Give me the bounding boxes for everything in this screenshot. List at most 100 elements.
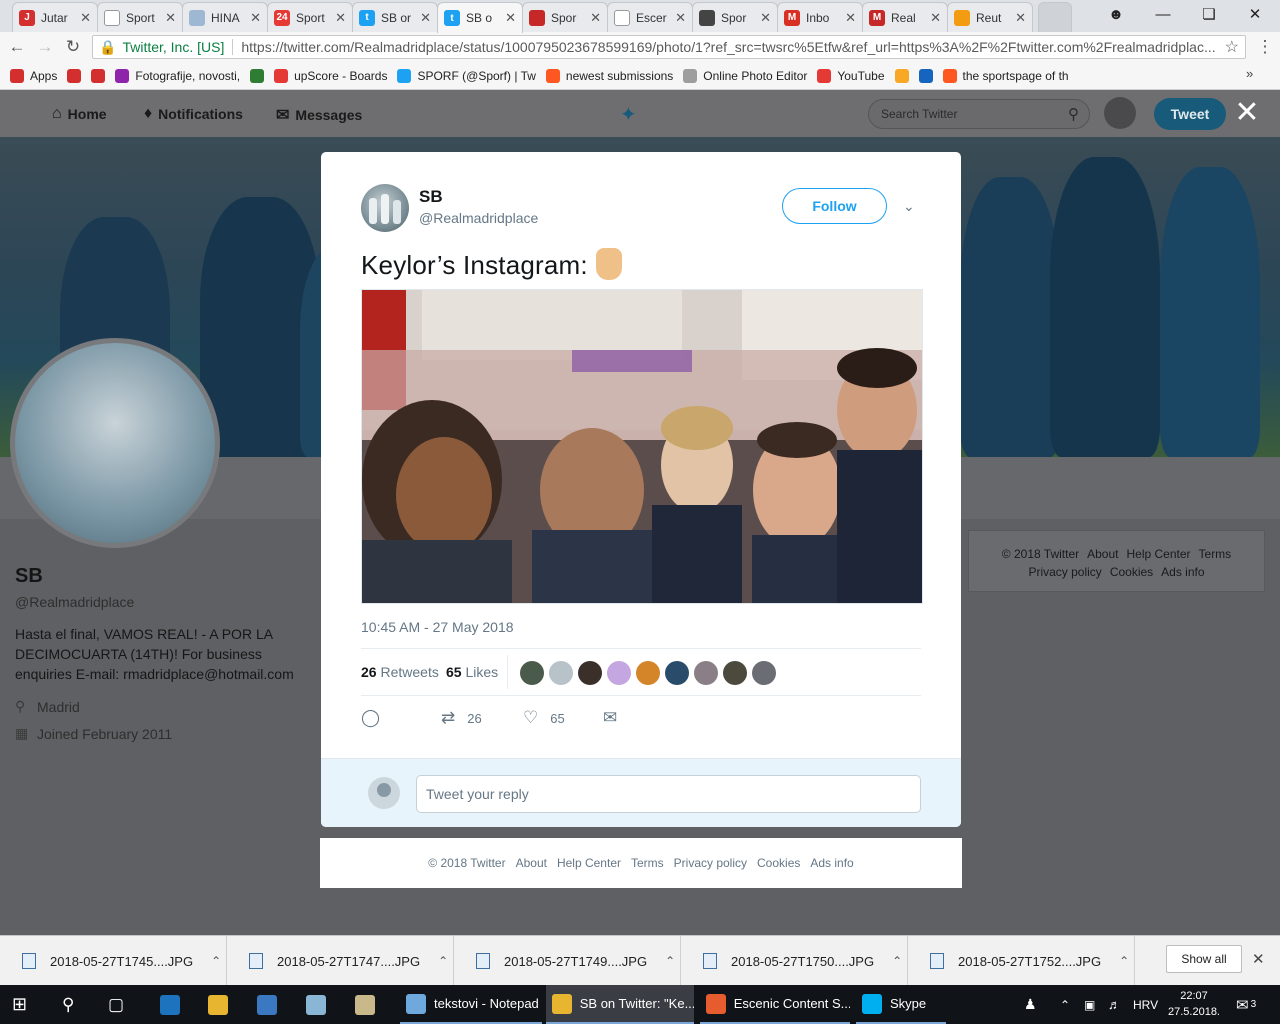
liker-avatar[interactable] xyxy=(694,661,718,685)
footer-about-link[interactable]: About xyxy=(1087,547,1118,561)
browser-tab[interactable]: HINA ✕ xyxy=(182,2,268,32)
tab-close-icon[interactable]: ✕ xyxy=(505,10,516,26)
chevron-up-icon[interactable]: ⌃ xyxy=(665,954,675,968)
tweet-button[interactable]: Tweet xyxy=(1154,98,1226,130)
footer-terms-link[interactable]: Terms xyxy=(1199,547,1232,561)
chevron-down-icon[interactable]: ⌄ xyxy=(903,198,915,215)
bookmark-item[interactable] xyxy=(250,68,265,83)
modal-footer-terms-link[interactable]: Terms xyxy=(631,856,664,870)
windows-start-icon[interactable]: ⊞ xyxy=(12,985,27,1024)
account-avatar[interactable] xyxy=(1104,97,1136,129)
browser-tab[interactable]: M Real ✕ xyxy=(862,2,948,32)
direct-message-action[interactable]: ✉ xyxy=(603,708,629,728)
footer-ads-link[interactable]: Ads info xyxy=(1161,565,1204,579)
browser-tab[interactable]: 24 Sport ✕ xyxy=(267,2,353,32)
modal-footer-help-link[interactable]: Help Center xyxy=(557,856,621,870)
site-identity[interactable]: Twitter, Inc. [US] xyxy=(122,39,224,55)
follow-button[interactable]: Follow xyxy=(782,188,887,224)
close-window-icon[interactable]: ✕ xyxy=(1232,0,1278,28)
tweet-author-handle[interactable]: @Realmadridplace xyxy=(419,210,538,226)
show-all-downloads-button[interactable]: Show all xyxy=(1166,945,1242,973)
like-action[interactable]: ♡ 65 xyxy=(523,708,565,728)
bookmark-item[interactable]: upScore - Boards xyxy=(274,68,387,83)
liker-avatar[interactable] xyxy=(549,661,573,685)
back-icon[interactable]: ← xyxy=(6,36,28,58)
browser-tab[interactable]: Spor ✕ xyxy=(692,2,778,32)
liker-avatar[interactable] xyxy=(520,661,544,685)
photo-app-icon[interactable] xyxy=(306,985,334,1024)
taskbar-app[interactable]: Skype xyxy=(856,985,946,1024)
download-item[interactable]: 2018-05-27T1750....JPG ⌃ xyxy=(681,936,908,986)
minimize-icon[interactable]: — xyxy=(1140,0,1186,28)
network-icon[interactable]: ▣ xyxy=(1084,985,1095,1024)
liker-avatar[interactable] xyxy=(723,661,747,685)
nav-notifications[interactable]: ♦ Notifications xyxy=(144,105,243,123)
taskbar-app[interactable]: SB on Twitter: "Ke... xyxy=(546,985,694,1024)
search-icon[interactable]: ⚲ xyxy=(1068,105,1079,123)
twitter-bird-icon[interactable]: ✦ xyxy=(620,102,637,127)
reply-action[interactable]: ◯ xyxy=(361,708,392,728)
tab-close-icon[interactable]: ✕ xyxy=(845,10,856,26)
browser-tab[interactable]: Escer ✕ xyxy=(607,2,693,32)
tweet-author-name[interactable]: SB xyxy=(419,187,443,207)
tab-close-icon[interactable]: ✕ xyxy=(675,10,686,26)
bookmark-item[interactable] xyxy=(67,68,82,83)
modal-footer-privacy-link[interactable]: Privacy policy xyxy=(674,856,747,870)
nav-messages[interactable]: ✉ Messages xyxy=(276,105,362,125)
liker-avatar[interactable] xyxy=(607,661,631,685)
volume-icon[interactable]: ♬ xyxy=(1108,985,1121,1024)
tweet-photo[interactable] xyxy=(361,289,923,604)
paint-icon[interactable] xyxy=(355,985,383,1024)
nav-home[interactable]: ⌂ Home xyxy=(52,105,107,123)
bookmark-item[interactable]: SPORF (@Sporf) | Tw xyxy=(397,68,536,83)
browser-tab[interactable]: Reut ✕ xyxy=(947,2,1033,32)
modal-footer-about-link[interactable]: About xyxy=(516,856,547,870)
close-downloads-icon[interactable]: ✕ xyxy=(1252,950,1265,968)
chevron-up-icon[interactable]: ⌃ xyxy=(438,954,448,968)
new-tab-button[interactable] xyxy=(1038,2,1072,32)
likes-stat[interactable]: 65 Likes xyxy=(446,664,498,680)
edge-icon[interactable] xyxy=(160,985,188,1024)
retweet-action[interactable]: ⇄ 26 xyxy=(441,708,482,728)
profile-name[interactable]: SB xyxy=(15,565,305,588)
download-item[interactable]: 2018-05-27T1747....JPG ⌃ xyxy=(227,936,454,986)
tab-close-icon[interactable]: ✕ xyxy=(80,10,91,26)
liker-avatar[interactable] xyxy=(578,661,602,685)
footer-help-link[interactable]: Help Center xyxy=(1126,547,1190,561)
clock[interactable]: 22:07 27.5.2018. xyxy=(1168,988,1220,1020)
tab-close-icon[interactable]: ✕ xyxy=(760,10,771,26)
tab-close-icon[interactable]: ✕ xyxy=(335,10,346,26)
chevron-up-icon[interactable]: ⌃ xyxy=(892,954,902,968)
bookmark-item[interactable]: YouTube xyxy=(817,68,885,83)
reply-input[interactable]: Tweet your reply xyxy=(416,775,921,813)
tweet-author-avatar[interactable] xyxy=(361,184,409,232)
reload-icon[interactable]: ↻ xyxy=(62,36,84,58)
browser-tab[interactable]: Sport ✕ xyxy=(97,2,183,32)
download-item[interactable]: 2018-05-27T1752....JPG ⌃ xyxy=(908,936,1135,986)
task-view-icon[interactable]: ▢ xyxy=(108,985,124,1024)
footer-privacy-link[interactable]: Privacy policy xyxy=(1028,565,1101,579)
browser-tab[interactable]: t SB or ✕ xyxy=(352,2,438,32)
browser-tab[interactable]: J Jutar ✕ xyxy=(12,2,98,32)
chevron-up-icon[interactable]: ⌃ xyxy=(211,954,221,968)
footer-cookies-link[interactable]: Cookies xyxy=(1110,565,1153,579)
modal-footer-ads-link[interactable]: Ads info xyxy=(810,856,853,870)
more-bookmarks-icon[interactable]: » xyxy=(1246,66,1253,81)
search-icon[interactable]: ⚲ xyxy=(62,985,74,1024)
bookmark-star-icon[interactable]: ☆ xyxy=(1225,37,1239,57)
profile-avatar[interactable] xyxy=(10,338,220,548)
chevron-up-icon[interactable]: ⌃ xyxy=(1119,954,1129,968)
tab-close-icon[interactable]: ✕ xyxy=(930,10,941,26)
bookmark-item[interactable] xyxy=(918,68,933,83)
browser-tab[interactable]: Spor ✕ xyxy=(522,2,608,32)
bookmark-item[interactable]: Online Photo Editor xyxy=(683,68,807,83)
tab-close-icon[interactable]: ✕ xyxy=(590,10,601,26)
bookmark-item[interactable] xyxy=(91,68,106,83)
browser-tab[interactable]: M Inbo ✕ xyxy=(777,2,863,32)
tweet-timestamp[interactable]: 10:45 AM - 27 May 2018 xyxy=(361,619,514,635)
profile-icon[interactable]: ☻ xyxy=(1093,0,1139,28)
store-icon[interactable] xyxy=(257,985,285,1024)
liker-avatar[interactable] xyxy=(636,661,660,685)
close-icon[interactable]: ✕ xyxy=(1234,98,1260,128)
download-item[interactable]: 2018-05-27T1749....JPG ⌃ xyxy=(454,936,681,986)
